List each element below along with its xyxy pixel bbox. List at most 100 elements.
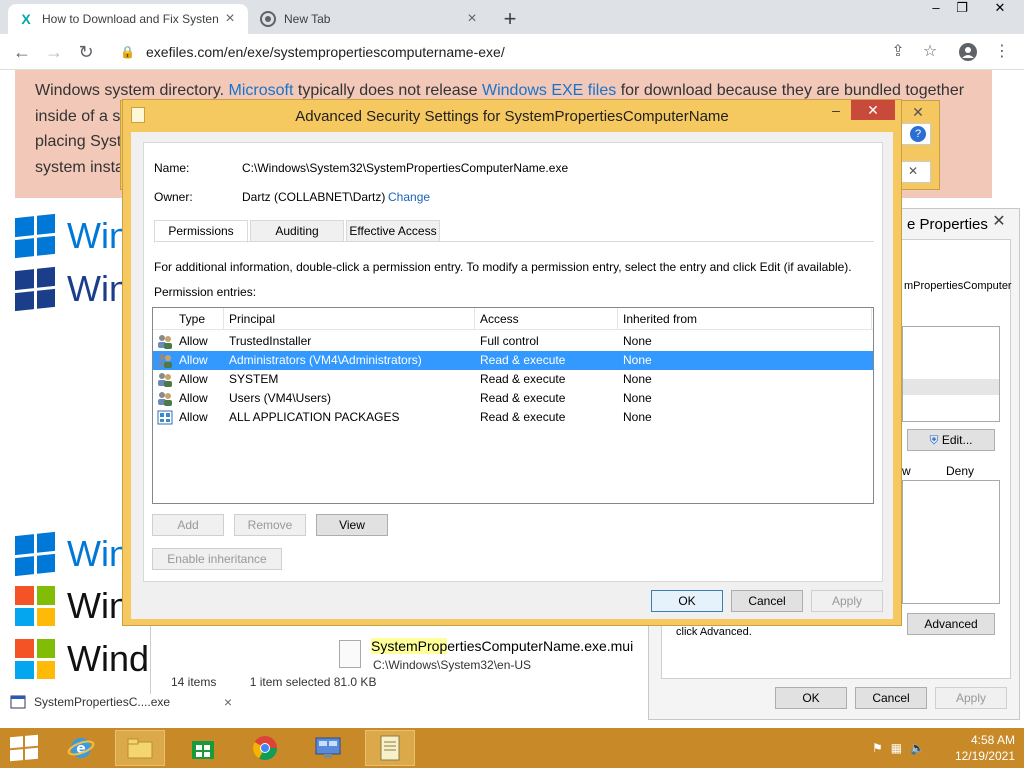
reload-icon[interactable]: ↻ bbox=[74, 40, 98, 64]
permission-row[interactable]: Allow Users (VM4\Users) Read & execute N… bbox=[153, 389, 873, 408]
forward-icon[interactable]: → bbox=[42, 40, 66, 64]
row-access: Read & execute bbox=[480, 410, 566, 424]
browser-tab-active[interactable]: X How to Download and Fix Systen × bbox=[8, 4, 248, 34]
properties-apply-button[interactable]: Apply bbox=[935, 687, 1007, 709]
row-principal: Administrators (VM4\Administrators) bbox=[229, 353, 422, 367]
tab-close-icon[interactable]: × bbox=[222, 10, 238, 28]
permissions-list bbox=[902, 480, 1000, 604]
permission-row-selected[interactable]: Allow Administrators (VM4\Administrators… bbox=[153, 351, 873, 370]
group-list[interactable] bbox=[902, 326, 1000, 422]
advanced-security-dialog: Advanced Security Settings for SystemPro… bbox=[122, 99, 902, 626]
package-icon bbox=[157, 410, 173, 425]
windows-logo-row: Windo bbox=[15, 638, 169, 680]
close-window-icon[interactable]: ✕ bbox=[984, 0, 1016, 20]
logo-text: Win bbox=[67, 215, 129, 256]
selected-info: 1 item selected 81.0 KB bbox=[249, 675, 377, 689]
row-inherited: None bbox=[623, 372, 652, 386]
taskbar-notepad[interactable] bbox=[365, 730, 415, 766]
dialog-close-icon[interactable]: ✕ bbox=[903, 104, 933, 122]
properties-close-icon[interactable]: ✕ bbox=[985, 211, 1013, 231]
action-center-flag-icon[interactable]: ⚑ bbox=[872, 741, 883, 755]
enable-inheritance-button[interactable]: Enable inheritance bbox=[152, 548, 282, 570]
taskbar-file-explorer[interactable] bbox=[115, 730, 165, 766]
profile-icon[interactable] bbox=[958, 42, 978, 62]
permission-row[interactable]: Allow TrustedInstaller Full control None bbox=[153, 332, 873, 351]
new-tab-button[interactable]: + bbox=[498, 6, 522, 32]
windows-logo-row: Win bbox=[15, 266, 129, 312]
tab-auditing[interactable]: Auditing bbox=[250, 220, 344, 242]
taskbar-chrome[interactable] bbox=[240, 730, 290, 766]
microsoft-link[interactable]: Microsoft bbox=[229, 82, 294, 99]
bookmark-star-icon[interactable]: ☆ bbox=[920, 42, 940, 62]
tab-close-icon[interactable]: × bbox=[464, 10, 480, 28]
taskbar-control-panel[interactable] bbox=[303, 730, 353, 766]
restore-icon[interactable]: ❐ bbox=[946, 0, 978, 20]
store-icon bbox=[192, 741, 214, 759]
x-site-icon: X bbox=[21, 11, 31, 27]
windows-8-logo-icon bbox=[15, 213, 55, 259]
dialog-close-button[interactable]: ✕ bbox=[851, 100, 895, 120]
row-type: Allow bbox=[179, 391, 208, 405]
add-button[interactable]: Add bbox=[152, 514, 224, 536]
cancel-button[interactable]: Cancel bbox=[731, 590, 803, 612]
ok-button[interactable]: OK bbox=[651, 590, 723, 612]
permission-entries-list[interactable]: Type Principal Access Inherited from All… bbox=[152, 307, 874, 504]
taskbar-clock[interactable]: 4:58 AM 12/19/2021 bbox=[945, 732, 1015, 764]
network-icon[interactable]: ▦ bbox=[891, 741, 902, 755]
users-icon bbox=[158, 335, 172, 349]
windows-exe-files-link[interactable]: Windows EXE files bbox=[482, 82, 616, 99]
clear-icon[interactable]: ✕ bbox=[908, 164, 918, 178]
row-inherited: None bbox=[623, 391, 652, 405]
row-access: Full control bbox=[480, 334, 539, 348]
deny-column-header: Deny bbox=[946, 464, 975, 478]
menu-kebab-icon[interactable]: ⋮ bbox=[992, 42, 1012, 62]
users-icon bbox=[158, 392, 172, 406]
tab-permissions[interactable]: Permissions bbox=[154, 220, 248, 243]
browser-tab-new[interactable]: New Tab × bbox=[250, 4, 490, 34]
tab-title: New Tab bbox=[284, 12, 331, 26]
browser-tabbar: X How to Download and Fix Systen × New T… bbox=[0, 0, 1024, 34]
back-icon[interactable]: ← bbox=[10, 40, 34, 64]
properties-ok-button[interactable]: OK bbox=[775, 687, 847, 709]
change-owner-link[interactable]: Change bbox=[388, 190, 430, 204]
clock-date: 12/19/2021 bbox=[954, 749, 1015, 763]
group-list-selected-row[interactable] bbox=[903, 379, 999, 395]
permission-row[interactable]: Allow ALL APPLICATION PACKAGES Read & ex… bbox=[153, 408, 873, 427]
file-name-rest: ertiesComputerName.exe.mui bbox=[447, 638, 634, 654]
lock-icon: 🔒 bbox=[120, 45, 135, 59]
address-bar[interactable]: 🔒 exefiles.com/en/exe/systempropertiesco… bbox=[110, 38, 950, 66]
taskbar-ie[interactable]: e bbox=[56, 730, 106, 766]
minimize-icon[interactable]: – bbox=[823, 102, 849, 120]
mui-file-name[interactable]: SystemPropertiesComputerName.exe.mui bbox=[371, 638, 633, 654]
share-icon[interactable]: ⇪ bbox=[888, 42, 908, 62]
tab-effective-access[interactable]: Effective Access bbox=[346, 220, 440, 242]
text-line: system insta bbox=[35, 158, 124, 176]
windows-8-logo-icon bbox=[15, 531, 55, 577]
permission-info-text: For additional information, double-click… bbox=[154, 260, 852, 274]
edit-button[interactable]: ⛨ Edit... bbox=[907, 429, 995, 451]
properties-cancel-button[interactable]: Cancel bbox=[855, 687, 927, 709]
exe-file-icon bbox=[10, 695, 26, 709]
tab-divider bbox=[154, 241, 874, 242]
volume-muted-icon[interactable]: 🔈 bbox=[910, 741, 925, 755]
edit-label: Edit... bbox=[941, 433, 973, 447]
column-header-access[interactable]: Access bbox=[480, 312, 519, 326]
permission-row[interactable]: Allow SYSTEM Read & execute None bbox=[153, 370, 873, 389]
column-header-type[interactable]: Type bbox=[179, 312, 205, 326]
remove-button[interactable]: Remove bbox=[234, 514, 306, 536]
row-type: Allow bbox=[179, 353, 208, 367]
start-button[interactable] bbox=[10, 734, 38, 762]
browser-toolbar: ← → ↻ 🔒 exefiles.com/en/exe/systemproper… bbox=[0, 34, 1024, 70]
column-header-principal[interactable]: Principal bbox=[229, 312, 275, 326]
text-fragment: for download because they are bundled to… bbox=[616, 82, 965, 99]
download-close-icon[interactable]: × bbox=[224, 694, 232, 710]
apply-button[interactable]: Apply bbox=[811, 590, 883, 612]
row-type: Allow bbox=[179, 372, 208, 386]
help-icon[interactable]: ? bbox=[910, 126, 926, 142]
taskbar-store[interactable] bbox=[178, 730, 228, 766]
view-button[interactable]: View bbox=[316, 514, 388, 536]
dialog-titlebar[interactable]: Advanced Security Settings for SystemPro… bbox=[123, 100, 901, 132]
row-access: Read & execute bbox=[480, 391, 566, 405]
column-header-inherited-from[interactable]: Inherited from bbox=[623, 312, 697, 326]
advanced-button[interactable]: Advanced bbox=[907, 613, 995, 635]
